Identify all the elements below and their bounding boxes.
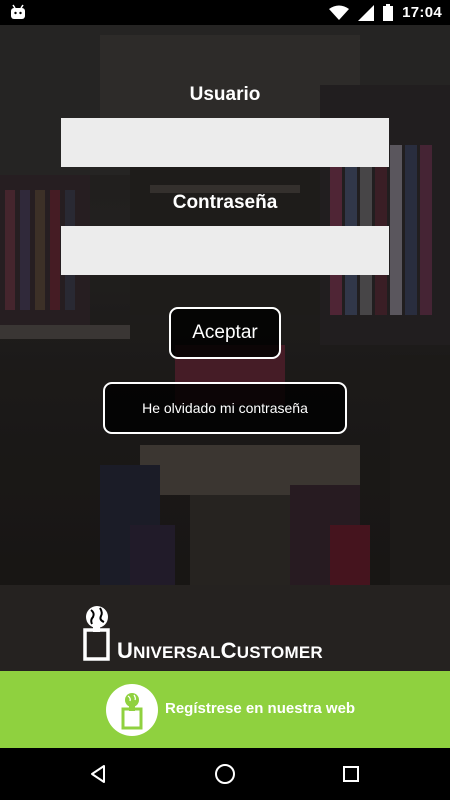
globe-bag-icon — [121, 693, 143, 730]
accept-button[interactable]: Aceptar — [169, 307, 281, 359]
username-input[interactable] — [61, 118, 389, 167]
home-button[interactable] — [209, 758, 241, 790]
home-icon — [215, 764, 235, 784]
back-icon — [91, 765, 105, 783]
status-time: 17:04 — [402, 4, 442, 21]
register-logo-badge — [106, 684, 158, 736]
password-label: Contraseña — [172, 192, 278, 213]
android-debug-icon — [11, 4, 25, 19]
recents-icon — [343, 766, 359, 782]
wifi-icon — [329, 5, 350, 20]
battery-icon — [383, 4, 394, 21]
status-bar: 17:04 — [0, 0, 450, 25]
register-button[interactable]: Regístrese en nuestra web — [0, 671, 450, 748]
brand-wordmark: UNIVERSALCUSTOMER — [117, 638, 323, 663]
register-label: Regístrese en nuestra web — [165, 700, 356, 717]
globe-bag-logo-icon — [83, 606, 110, 661]
forgot-password-button[interactable]: He olvidado mi contraseña — [103, 382, 347, 434]
password-input[interactable] — [61, 226, 389, 275]
signal-icon — [358, 4, 375, 21]
recents-button[interactable] — [335, 758, 367, 790]
universal-customer-logo: UNIVERSALCUSTOMER — [80, 604, 370, 664]
navigation-bar — [0, 748, 450, 800]
back-button[interactable] — [82, 758, 114, 790]
username-label: Usuario — [189, 84, 261, 105]
